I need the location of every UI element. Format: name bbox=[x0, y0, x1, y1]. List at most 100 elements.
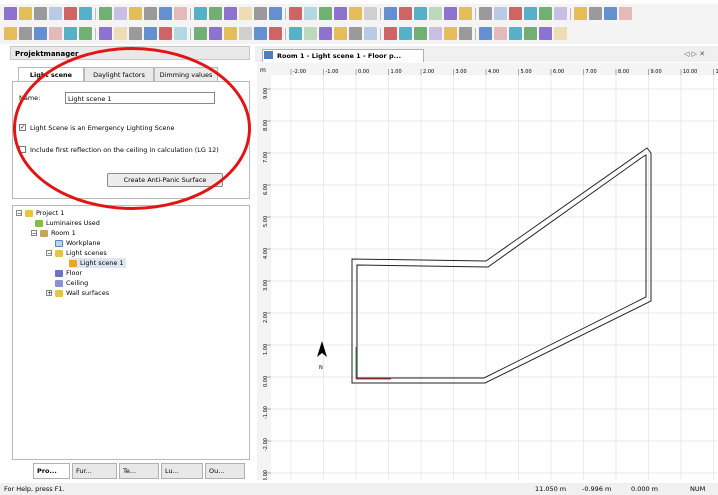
standard-tool-icon[interactable] bbox=[619, 7, 632, 20]
standard-tool-icon[interactable] bbox=[539, 7, 552, 20]
standard-tool-icon[interactable] bbox=[79, 7, 92, 20]
view-tool-icon[interactable] bbox=[494, 27, 507, 40]
view-tool-icon[interactable] bbox=[129, 27, 142, 40]
standard-tool-icon[interactable] bbox=[494, 7, 507, 20]
standard-tool-icon[interactable] bbox=[604, 7, 617, 20]
tree-item-project[interactable]: Project 1 bbox=[25, 208, 64, 218]
standard-tool-icon[interactable] bbox=[114, 7, 127, 20]
standard-tool-icon[interactable] bbox=[524, 7, 537, 20]
standard-tool-icon[interactable] bbox=[554, 7, 567, 20]
view-tool-icon[interactable] bbox=[554, 27, 567, 40]
standard-tool-icon[interactable] bbox=[49, 7, 62, 20]
view-tool-icon[interactable] bbox=[364, 27, 377, 40]
create-antipanic-surface-button[interactable]: Create Anti-Panic Surface bbox=[107, 173, 223, 187]
collapse-room-toggle[interactable]: − bbox=[31, 230, 37, 237]
view-tool-icon[interactable] bbox=[319, 27, 332, 40]
tab-luminaires[interactable]: Lu... bbox=[161, 463, 203, 479]
tab-furniture[interactable]: Fur... bbox=[72, 463, 117, 479]
view-tool-icon[interactable] bbox=[479, 27, 492, 40]
view-tool-icon[interactable] bbox=[114, 27, 127, 40]
standard-tool-icon[interactable] bbox=[509, 7, 522, 20]
view-tool-icon[interactable] bbox=[459, 27, 472, 40]
view-tool-icon[interactable] bbox=[19, 27, 32, 40]
standard-tool-icon[interactable] bbox=[334, 7, 347, 20]
view-tool-icon[interactable] bbox=[334, 27, 347, 40]
scene-name-input[interactable]: Light scene 1 bbox=[65, 92, 215, 104]
view-tool-icon[interactable] bbox=[174, 27, 187, 40]
standard-tool-icon[interactable] bbox=[144, 7, 157, 20]
standard-tool-icon[interactable] bbox=[589, 7, 602, 20]
standard-tool-icon[interactable] bbox=[269, 7, 282, 20]
view-tool-icon[interactable] bbox=[239, 27, 252, 40]
view-tool-icon[interactable] bbox=[399, 27, 412, 40]
standard-tool-icon[interactable] bbox=[414, 7, 427, 20]
standard-tool-icon[interactable] bbox=[129, 7, 142, 20]
view-tool-icon[interactable] bbox=[349, 27, 362, 40]
view-tool-icon[interactable] bbox=[224, 27, 237, 40]
view-tool-icon[interactable] bbox=[79, 27, 92, 40]
tree-item-light-scene-1[interactable]: Light scene 1 bbox=[69, 258, 126, 268]
view-tool-icon[interactable] bbox=[4, 27, 17, 40]
floor-plan-canvas[interactable]: -2.00 -1.00 0.00 1.00 2.00 3.00 4.00 5.00 6.00 7.… bbox=[257, 63, 718, 483]
tree-item-luminaires[interactable]: Luminaires Used bbox=[35, 218, 100, 228]
standard-tool-icon[interactable] bbox=[254, 7, 267, 20]
standard-tool-icon[interactable] bbox=[384, 7, 397, 20]
standard-tool-icon[interactable] bbox=[574, 7, 587, 20]
floor-plan-view[interactable]: -2.00 -1.00 0.00 1.00 2.00 3.00 4.00 5.00 6.00 7.… bbox=[257, 63, 718, 483]
standard-tool-icon[interactable] bbox=[304, 7, 317, 20]
standard-tool-icon[interactable] bbox=[194, 7, 207, 20]
tab-output[interactable]: Ou... bbox=[205, 463, 245, 479]
view-tool-icon[interactable] bbox=[194, 27, 207, 40]
standard-tool-icon[interactable] bbox=[4, 7, 17, 20]
document-nav-controls[interactable]: ◁ ▷ ✕ bbox=[684, 50, 705, 58]
standard-tool-icon[interactable] bbox=[99, 7, 112, 20]
view-tool-icon[interactable] bbox=[254, 27, 267, 40]
view-tool-icon[interactable] bbox=[209, 27, 222, 40]
view-tool-icon[interactable] bbox=[49, 27, 62, 40]
view-tool-icon[interactable] bbox=[159, 27, 172, 40]
standard-tool-icon[interactable] bbox=[174, 7, 187, 20]
view-tool-icon[interactable] bbox=[144, 27, 157, 40]
tree-item-workplane[interactable]: Workplane bbox=[55, 238, 101, 248]
view-tool-icon[interactable] bbox=[289, 27, 302, 40]
standard-tool-icon[interactable] bbox=[209, 7, 222, 20]
tab-project[interactable]: Pro... bbox=[33, 463, 70, 479]
tree-item-light-scenes[interactable]: Light scenes bbox=[55, 248, 107, 258]
standard-tool-icon[interactable] bbox=[349, 7, 362, 20]
standard-tool-icon[interactable] bbox=[34, 7, 47, 20]
tab-daylight-factors[interactable]: Daylight factors bbox=[84, 67, 154, 81]
expand-wall-surfaces-toggle[interactable]: + bbox=[46, 290, 52, 297]
collapse-light-scenes-toggle[interactable]: − bbox=[46, 250, 52, 257]
standard-tool-icon[interactable] bbox=[19, 7, 32, 20]
view-tool-icon[interactable] bbox=[304, 27, 317, 40]
tab-textures[interactable]: Te... bbox=[119, 463, 159, 479]
standard-tool-icon[interactable] bbox=[364, 7, 377, 20]
standard-tool-icon[interactable] bbox=[444, 7, 457, 20]
document-tab-floor-plan[interactable]: Room 1 - Light scene 1 - Floor p... bbox=[262, 49, 424, 62]
collapse-project-toggle[interactable]: − bbox=[16, 210, 22, 217]
standard-tool-icon[interactable] bbox=[64, 7, 77, 20]
view-tool-icon[interactable] bbox=[384, 27, 397, 40]
view-tool-icon[interactable] bbox=[34, 27, 47, 40]
view-tool-icon[interactable] bbox=[444, 27, 457, 40]
standard-tool-icon[interactable] bbox=[399, 7, 412, 20]
reflection-checkbox[interactable] bbox=[19, 146, 26, 153]
view-tool-icon[interactable] bbox=[524, 27, 537, 40]
tab-dimming-values[interactable]: Dimming values bbox=[154, 67, 218, 81]
tab-light-scene[interactable]: Light scene bbox=[18, 67, 84, 81]
standard-tool-icon[interactable] bbox=[224, 7, 237, 20]
view-tool-icon[interactable] bbox=[99, 27, 112, 40]
standard-tool-icon[interactable] bbox=[479, 7, 492, 20]
standard-tool-icon[interactable] bbox=[429, 7, 442, 20]
standard-tool-icon[interactable] bbox=[239, 7, 252, 20]
tree-item-floor[interactable]: Floor bbox=[55, 268, 82, 278]
standard-tool-icon[interactable] bbox=[159, 7, 172, 20]
tree-item-room[interactable]: Room 1 bbox=[40, 228, 76, 238]
standard-tool-icon[interactable] bbox=[319, 7, 332, 20]
tree-item-ceiling[interactable]: Ceiling bbox=[55, 278, 88, 288]
view-tool-icon[interactable] bbox=[509, 27, 522, 40]
view-tool-icon[interactable] bbox=[64, 27, 77, 40]
view-tool-icon[interactable] bbox=[414, 27, 427, 40]
view-tool-icon[interactable] bbox=[269, 27, 282, 40]
standard-tool-icon[interactable] bbox=[289, 7, 302, 20]
